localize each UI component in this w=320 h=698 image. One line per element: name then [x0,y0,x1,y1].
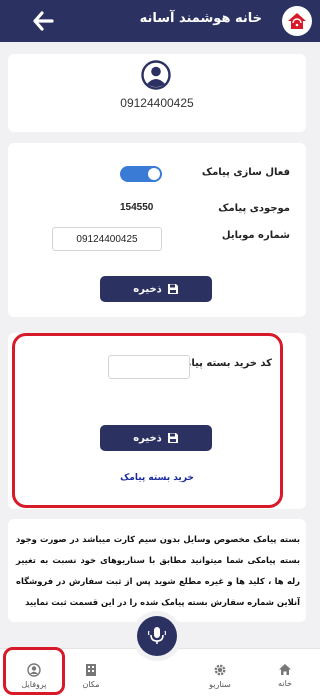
sms-balance-label: موجودی پیامک [218,203,290,214]
nav-scenario-label: سناریو [209,680,231,689]
package-highlight-frame [12,333,283,508]
sms-toggle[interactable] [120,166,162,182]
nav-home[interactable]: خانه [255,649,315,698]
microphone-icon [148,627,166,644]
gear-icon [214,664,226,676]
profile-nav-highlight-frame [3,647,65,695]
voice-command-button[interactable] [137,616,177,656]
building-icon [86,664,96,676]
mobile-field[interactable]: 09124400425 [52,227,162,251]
profile-card: 09124400425 [8,54,306,132]
toggle-knob [148,168,160,180]
sms-settings-card: فعال سازی پیامک موجودی پیامک 154550 شمار… [8,143,306,317]
save-settings-button[interactable]: ذخیره [100,276,212,302]
app-header: خانه هوشمند آسانه [0,0,320,42]
save-icon [167,284,178,294]
app-logo [282,6,312,36]
sms-toggle-label: فعال سازی پیامک [201,167,290,178]
smart-home-logo-icon [283,7,311,35]
home-icon [279,664,291,675]
sms-balance-value: 154550 [120,202,154,213]
info-card: بسته پیامک مخصوص وسایل بدون سیم کارت میب… [8,519,306,622]
save-settings-label: ذخیره [133,283,162,295]
sms-info-text: بسته پیامک مخصوص وسایل بدون سیم کارت میب… [16,534,300,607]
user-avatar-icon [141,60,171,90]
nav-home-label: خانه [278,679,292,688]
page-title: خانه هوشمند آسانه [139,11,262,26]
nav-scenario[interactable]: سناریو [190,649,250,698]
nav-place-label: مکان [82,680,100,689]
nav-place[interactable]: مکان [61,649,121,698]
profile-phone: 09124400425 [120,96,194,110]
arrow-left-icon[interactable] [32,10,54,32]
mobile-label: شماره موبایل [221,230,290,241]
